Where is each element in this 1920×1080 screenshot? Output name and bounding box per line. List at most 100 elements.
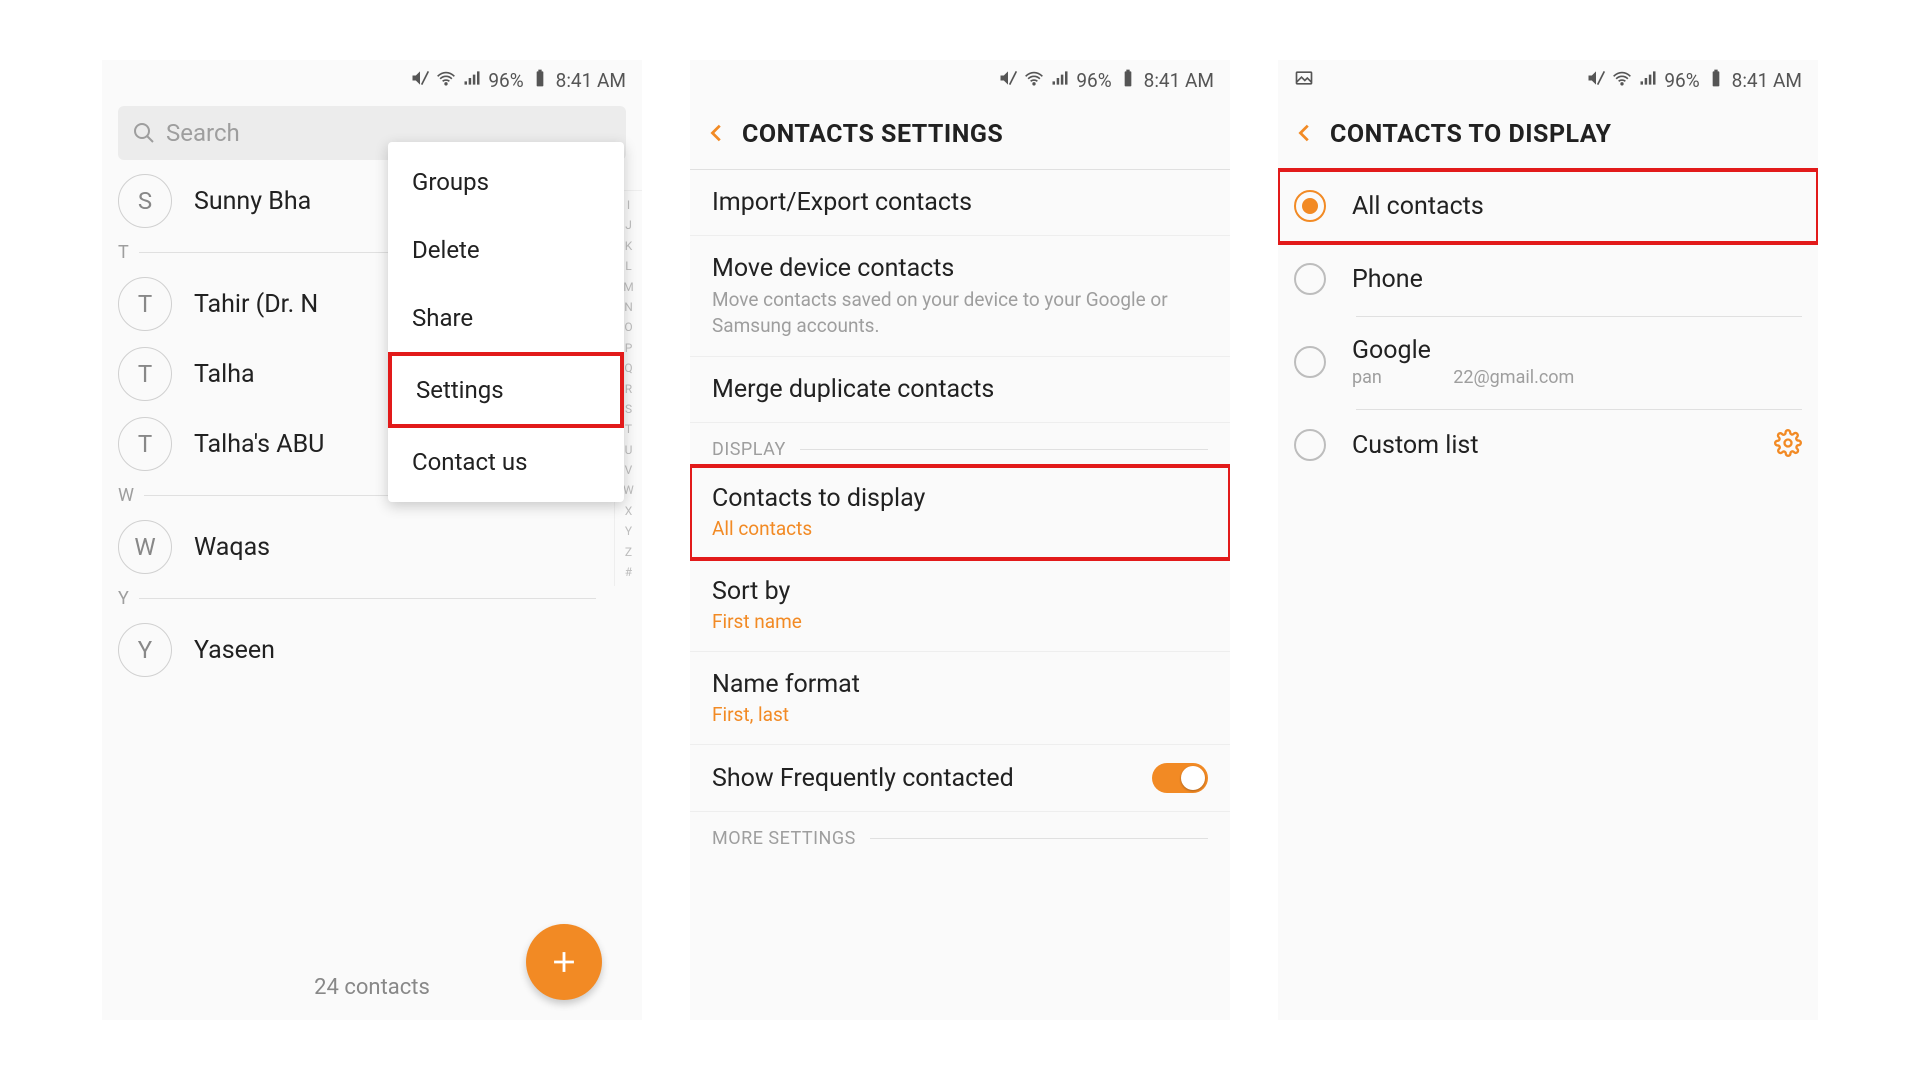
display-options-list: All contacts Phone Google pan 22@gmail.c… (1278, 170, 1818, 482)
label: Move device contacts (712, 254, 1208, 283)
header: CONTACTS TO DISPLAY (1278, 100, 1818, 170)
setting-contacts-to-display[interactable]: Contacts to display All contacts (690, 466, 1230, 559)
divider (139, 598, 596, 599)
index-letter[interactable]: L (625, 256, 631, 276)
contact-row[interactable]: Y Yaseen (102, 615, 612, 685)
add-contact-button[interactable] (526, 924, 602, 1000)
index-letter[interactable]: T (625, 419, 632, 439)
mute-icon (410, 68, 430, 93)
setting-sort-by[interactable]: Sort by First name (690, 559, 1230, 652)
search-placeholder: Search (166, 119, 240, 147)
section-display: DISPLAY (690, 423, 1230, 466)
sub-left: pan (1352, 367, 1382, 388)
signal-icon (1050, 68, 1070, 93)
contact-name: Sunny Bha (194, 187, 311, 216)
contacts-to-display-screen: 96% 8:41 AM CONTACTS TO DISPLAY All cont… (1278, 60, 1818, 1020)
battery-percent: 96% (1076, 69, 1111, 92)
toggle-on[interactable] (1152, 763, 1208, 793)
section-label: DISPLAY (712, 439, 786, 460)
status-time: 8:41 AM (1144, 69, 1214, 92)
label: Name format (712, 670, 1208, 699)
contact-name: Talha's ABU (194, 430, 324, 459)
battery-icon (530, 68, 550, 93)
description: Move contacts saved on your device to yo… (712, 287, 1208, 338)
index-letter[interactable]: Y (625, 521, 632, 541)
index-letter[interactable]: M (623, 277, 633, 297)
index-letter[interactable]: O (624, 317, 632, 337)
wifi-icon (436, 68, 456, 93)
page-title: CONTACTS TO DISPLAY (1330, 120, 1611, 149)
index-letter[interactable]: X (625, 501, 633, 521)
index-letter[interactable]: J (625, 215, 632, 235)
search-icon (132, 121, 156, 145)
label: Phone (1352, 265, 1423, 294)
battery-percent: 96% (488, 69, 523, 92)
label: Merge duplicate contacts (712, 375, 1208, 404)
setting-show-frequently-contacted[interactable]: Show Frequently contacted (690, 745, 1230, 812)
index-letter[interactable]: # (625, 562, 632, 582)
gear-icon[interactable] (1774, 429, 1802, 461)
menu-item-contact-us[interactable]: Contact us (388, 428, 624, 496)
avatar: W (118, 520, 172, 574)
sub-right: 22@gmail.com (1453, 367, 1574, 388)
section-label: Y (118, 588, 129, 609)
index-letter[interactable]: N (624, 297, 633, 317)
index-letter[interactable]: Q (624, 358, 632, 378)
menu-item-share[interactable]: Share (388, 284, 624, 352)
label: Show Frequently contacted (712, 764, 1014, 793)
menu-item-groups[interactable]: Groups (388, 148, 624, 216)
radio-unselected-icon (1294, 346, 1326, 378)
index-letter[interactable]: S (625, 399, 632, 419)
contacts-app-screen: 96% 8:41 AM Search S Sunny Bha T T Tahir… (102, 60, 642, 1020)
header: CONTACTS SETTINGS (690, 100, 1230, 170)
index-letter[interactable]: Z (625, 542, 632, 562)
index-letter[interactable]: P (625, 338, 633, 358)
page-title: CONTACTS SETTINGS (742, 120, 1003, 149)
plus-icon (547, 945, 581, 979)
option-all-contacts[interactable]: All contacts (1278, 170, 1818, 243)
avatar: T (118, 417, 172, 471)
option-phone[interactable]: Phone (1278, 243, 1818, 316)
setting-move-device-contacts[interactable]: Move device contacts Move contacts saved… (690, 236, 1230, 357)
option-custom-list[interactable]: Custom list (1278, 409, 1818, 482)
divider (870, 838, 1208, 839)
battery-percent: 96% (1664, 69, 1699, 92)
index-letter[interactable]: I (627, 195, 630, 215)
mute-icon (998, 68, 1018, 93)
status-time: 8:41 AM (556, 69, 626, 92)
label: Import/Export contacts (712, 188, 1208, 217)
status-bar: 96% 8:41 AM (102, 60, 642, 100)
avatar: T (118, 277, 172, 331)
contact-row[interactable]: W Waqas (102, 512, 612, 582)
setting-import-export[interactable]: Import/Export contacts (690, 170, 1230, 236)
divider (800, 449, 1208, 450)
back-button[interactable] (1294, 122, 1316, 148)
radio-selected-icon (1294, 190, 1326, 222)
avatar: T (118, 347, 172, 401)
label: Google (1352, 336, 1574, 365)
status-bar: 96% 8:41 AM (1278, 60, 1818, 100)
menu-item-delete[interactable]: Delete (388, 216, 624, 284)
index-letter[interactable]: U (625, 440, 633, 460)
mute-icon (1586, 68, 1606, 93)
back-button[interactable] (706, 122, 728, 148)
value: All contacts (712, 517, 1208, 540)
highlight-contacts-to-display: Contacts to display All contacts (690, 466, 1230, 559)
setting-name-format[interactable]: Name format First, last (690, 652, 1230, 745)
overflow-menu: Groups Delete Share Settings Contact us (388, 142, 624, 502)
sub: pan 22@gmail.com (1352, 367, 1574, 388)
option-google[interactable]: Google pan 22@gmail.com (1278, 316, 1818, 409)
battery-icon (1706, 68, 1726, 93)
index-letter[interactable]: K (625, 236, 633, 256)
index-letter[interactable]: R (625, 379, 632, 399)
index-letter[interactable]: V (625, 460, 633, 480)
menu-item-settings[interactable]: Settings (388, 352, 624, 428)
index-letter[interactable]: W (623, 480, 634, 500)
radio-unselected-icon (1294, 429, 1326, 461)
section-y: Y (102, 582, 612, 615)
settings-list: Import/Export contacts Move device conta… (690, 170, 1230, 855)
setting-merge-duplicates[interactable]: Merge duplicate contacts (690, 357, 1230, 423)
avatar: S (118, 174, 172, 228)
contact-name: Waqas (194, 533, 270, 562)
status-time: 8:41 AM (1732, 69, 1802, 92)
